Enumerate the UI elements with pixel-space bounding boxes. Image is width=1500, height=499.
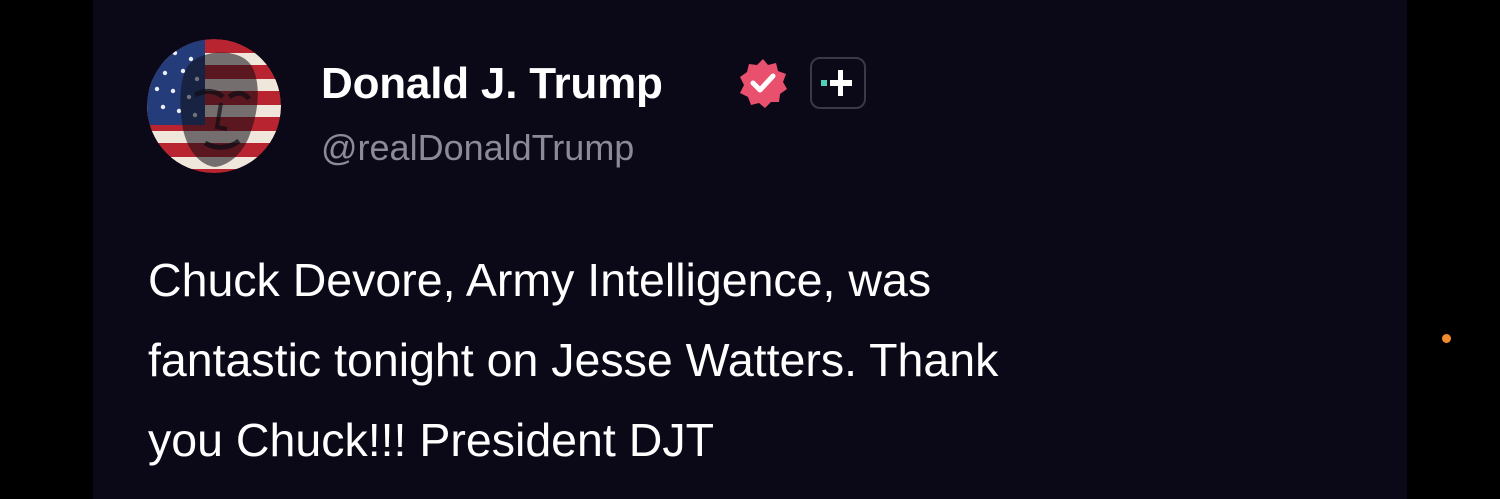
post-body-line: Chuck Devore, Army Intelligence, was <box>148 254 932 306</box>
screen: Donald J. Trump @realDonaldTrump Chuck D… <box>0 0 1500 499</box>
post-body: Chuck Devore, Army Intelligence, was fan… <box>148 240 1328 480</box>
post-body-line: fantastic tonight on Jesse Watters. Than… <box>148 334 999 386</box>
plus-icon <box>821 70 852 96</box>
post-card: Donald J. Trump @realDonaldTrump Chuck D… <box>93 0 1407 499</box>
author-name[interactable]: Donald J. Trump <box>321 58 663 110</box>
verified-badge-icon <box>737 57 789 109</box>
add-button[interactable] <box>810 57 866 109</box>
author-handle[interactable]: @realDonaldTrump <box>321 126 634 170</box>
avatar[interactable] <box>147 39 281 173</box>
post-body-line: you Chuck!!! President DJT <box>148 414 714 466</box>
status-dot-indicator <box>1442 334 1451 343</box>
